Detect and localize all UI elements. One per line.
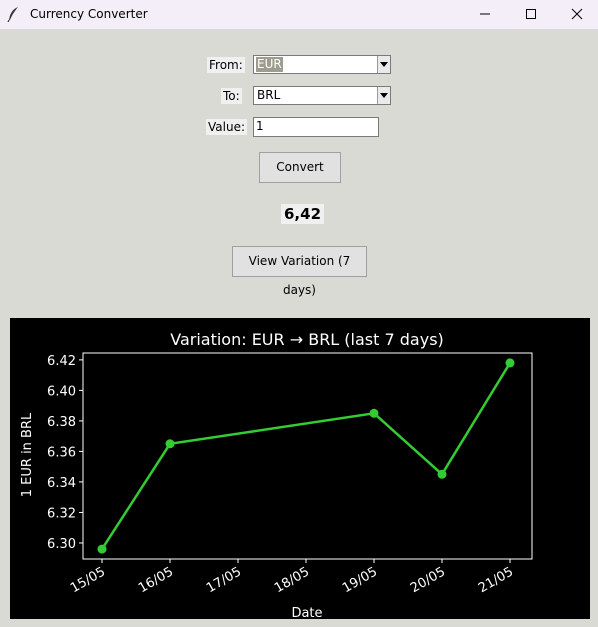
to-label: To:: [221, 88, 242, 104]
from-label: From:: [207, 57, 245, 73]
value-input[interactable]: 1: [253, 117, 379, 137]
title-bar: Currency Converter: [0, 0, 598, 29]
chevron-down-icon: [380, 62, 388, 67]
convert-button[interactable]: Convert: [259, 152, 341, 183]
data-point: [97, 544, 107, 554]
variation-chart: Variation: EUR → BRL (last 7 days) Date …: [10, 318, 590, 621]
close-button[interactable]: [554, 0, 598, 29]
data-point: [165, 439, 175, 449]
chart-x-label: Date: [291, 606, 322, 619]
y-tick-label: 6.40: [47, 384, 76, 399]
data-point: [369, 408, 379, 418]
to-currency-value: BRL: [257, 88, 281, 102]
y-tick-label: 6.34: [47, 476, 76, 491]
y-tick-label: 6.42: [47, 354, 76, 369]
to-currency-select[interactable]: BRL: [253, 86, 391, 105]
conversion-result: 6,42: [281, 204, 325, 224]
y-tick-label: 6.30: [47, 537, 76, 552]
chart-y-label: 1 EUR in BRL: [20, 412, 35, 497]
from-currency-select[interactable]: EUR: [253, 55, 391, 74]
from-currency-value: EUR: [256, 57, 283, 72]
close-icon: [571, 8, 583, 20]
value-label: Value:: [206, 119, 247, 135]
chevron-down-icon: [380, 93, 388, 98]
window-title: Currency Converter: [30, 7, 148, 21]
maximize-icon: [526, 9, 536, 19]
data-point: [505, 358, 515, 368]
maximize-button[interactable]: [508, 0, 554, 29]
y-tick-label: 6.32: [47, 506, 76, 521]
chart-title: Variation: EUR → BRL (last 7 days): [170, 330, 444, 349]
chart-svg: Variation: EUR → BRL (last 7 days) Date …: [10, 318, 590, 621]
to-dropdown-button[interactable]: [377, 87, 390, 104]
data-point: [437, 469, 447, 479]
feather-icon: [7, 6, 21, 23]
y-tick-label: 6.36: [47, 445, 76, 460]
view-variation-button[interactable]: View Variation (7 days): [232, 246, 367, 297]
minimize-button[interactable]: [462, 0, 508, 29]
minimize-icon: [480, 13, 490, 15]
y-tick-label: 6.38: [47, 415, 76, 430]
from-dropdown-button[interactable]: [377, 56, 390, 73]
